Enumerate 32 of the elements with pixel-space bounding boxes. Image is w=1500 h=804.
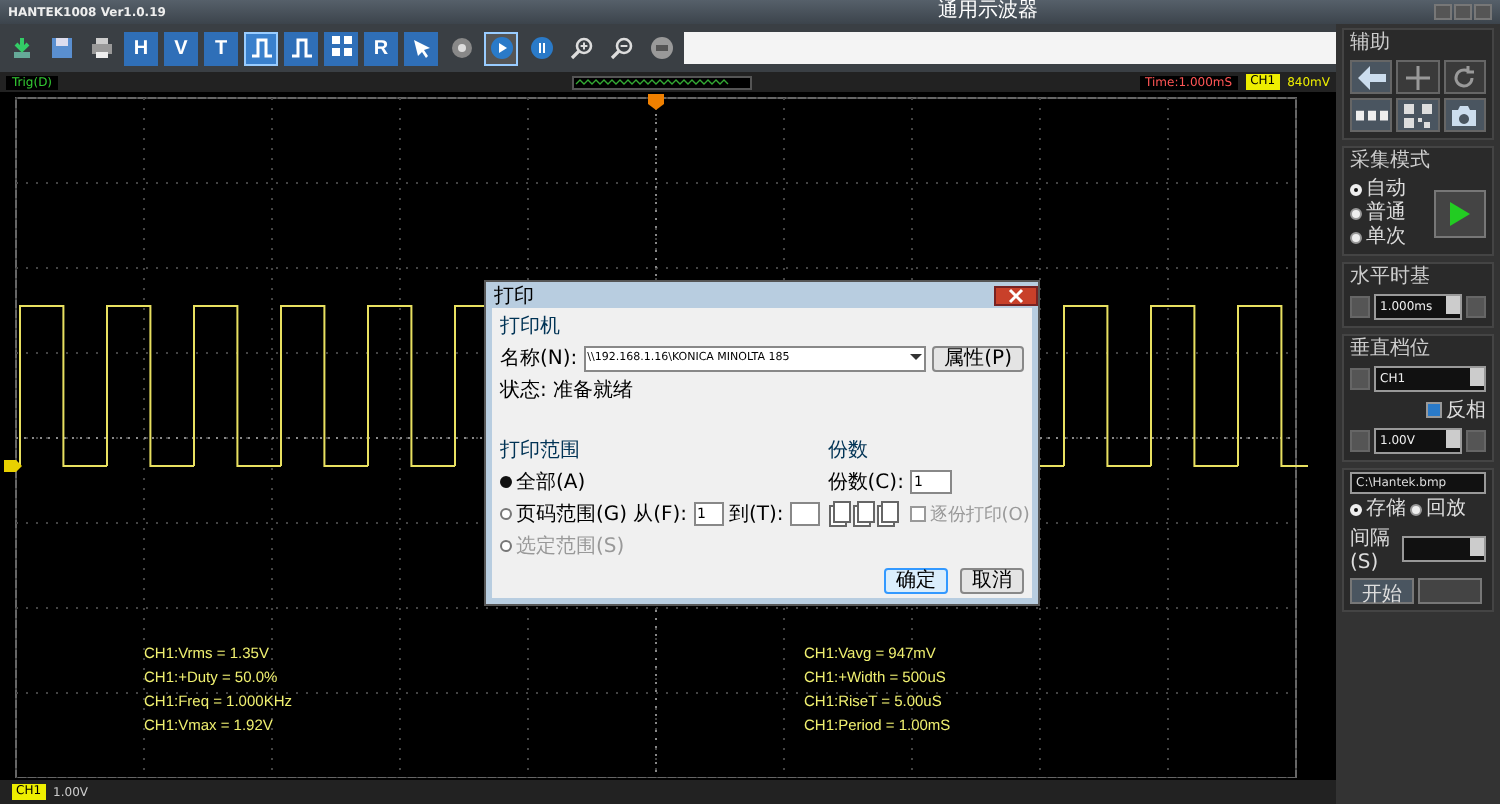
status-value: 准备就绪	[552, 377, 633, 404]
storage-mode-radio[interactable]: 回放	[1410, 498, 1466, 520]
group-title: 打印机	[500, 313, 562, 340]
toolbar-button[interactable]: R	[364, 31, 398, 65]
group-title: 水平时基	[1350, 266, 1432, 290]
dialog-title: 打印	[494, 283, 534, 309]
invert-checkbox[interactable]: 反相	[1426, 396, 1486, 424]
group-title: 辅助	[1350, 32, 1392, 56]
group-title: 份数	[827, 438, 870, 464]
copies-label: 份数(C):	[827, 470, 904, 496]
to-label: 到(T):	[729, 502, 784, 528]
print-range-radio[interactable]: 全部(A)	[500, 468, 586, 496]
start-button[interactable]: 开始	[1350, 578, 1414, 604]
from-label: 从(F):	[633, 501, 687, 528]
interval-label: 间隔(S)	[1350, 526, 1392, 574]
properties-button[interactable]: 属性(P)	[932, 345, 1024, 371]
group-title: 打印范围	[500, 437, 582, 464]
acquisition-mode-radio[interactable]: 自动	[1350, 178, 1406, 200]
name-label: 名称(N):	[500, 346, 578, 372]
toolbar-button[interactable]: T	[204, 31, 238, 65]
storage-mode-radio[interactable]: 存储	[1350, 498, 1406, 520]
acquisition-mode-radio[interactable]: 单次	[1350, 226, 1406, 248]
print-range-radio[interactable]: 页码范围(G)	[500, 500, 628, 528]
toolbar-button[interactable]: H	[124, 31, 158, 65]
status-label: 状态:	[500, 377, 547, 404]
acquisition-mode-radio[interactable]: 普通	[1350, 202, 1406, 224]
group-title: 垂直档位	[1350, 338, 1432, 362]
toolbar-button[interactable]: V	[164, 31, 198, 65]
cancel-button[interactable]: 取消	[960, 568, 1024, 594]
app-name: 通用示波器	[938, 0, 1038, 24]
group-title: 采集模式	[1350, 150, 1432, 174]
ok-button[interactable]: 确定	[884, 568, 948, 594]
